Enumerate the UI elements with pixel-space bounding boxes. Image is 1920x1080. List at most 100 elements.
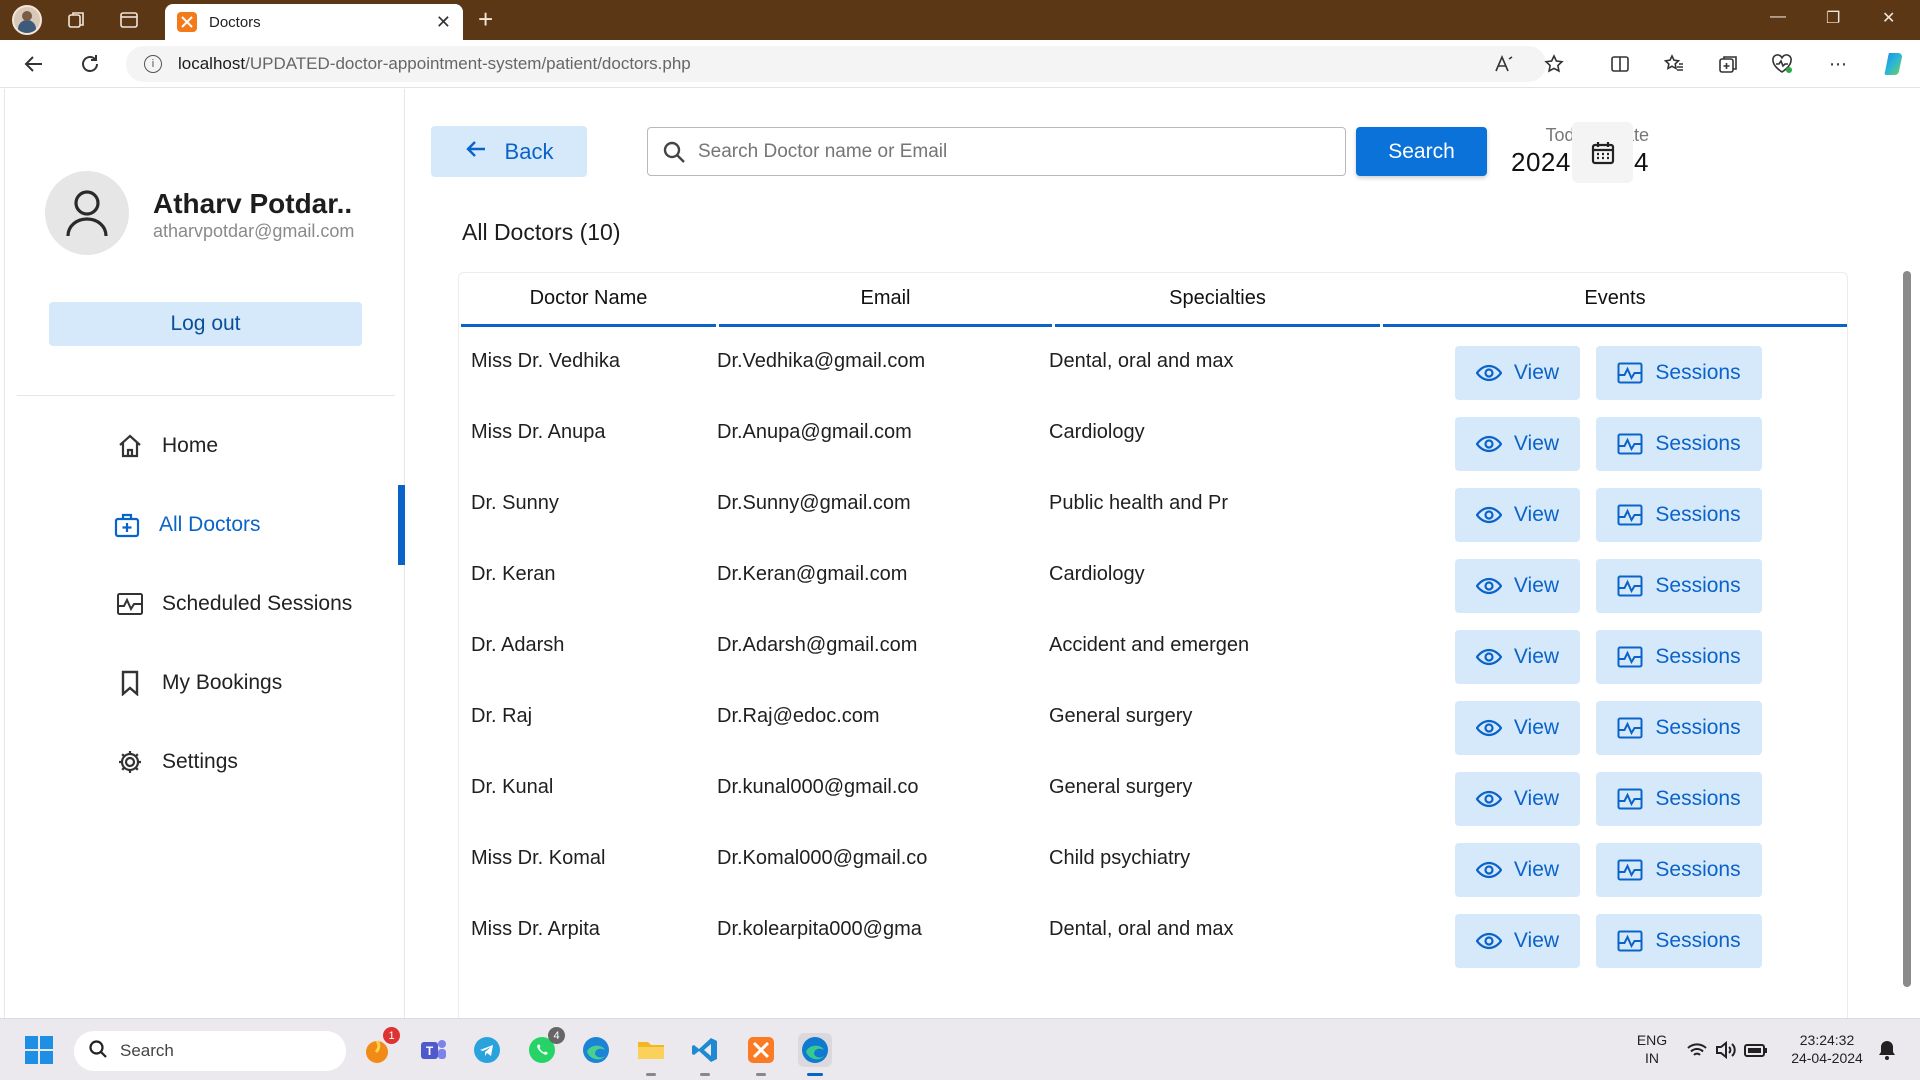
tab-title: Doctors <box>209 13 261 31</box>
sidebar-item-scheduled-sessions[interactable]: Scheduled Sessions <box>5 579 405 629</box>
sessions-button[interactable]: Sessions <box>1596 701 1762 755</box>
taskbar-widget-app-icon[interactable]: 1 <box>360 1027 400 1067</box>
copilot-icon[interactable] <box>1880 49 1910 79</box>
whatsapp-icon[interactable]: 4 <box>525 1027 565 1067</box>
url-path: /UPDATED-doctor-appointment-system/patie… <box>245 54 691 73</box>
back-button[interactable]: Back <box>431 126 587 177</box>
medical-bag-icon <box>113 511 141 539</box>
edge-icon[interactable] <box>579 1033 613 1067</box>
view-button[interactable]: View <box>1455 843 1580 897</box>
view-button-label: View <box>1513 645 1560 668</box>
teams-icon[interactable]: T <box>416 1033 450 1067</box>
gear-icon <box>116 748 144 776</box>
sessions-icon <box>1617 362 1643 384</box>
new-tab-icon[interactable]: + <box>478 6 493 32</box>
user-silhouette-icon <box>66 190 108 237</box>
view-button-label: View <box>1513 574 1560 597</box>
doctor-email-cell: Dr.Sunny@gmail.com <box>717 492 911 514</box>
sessions-button[interactable]: Sessions <box>1596 488 1762 542</box>
battery-icon[interactable] <box>1742 1033 1770 1067</box>
tab-close-icon[interactable]: ✕ <box>436 12 451 33</box>
minimize-icon[interactable]: — <box>1770 8 1786 26</box>
sessions-button[interactable]: Sessions <box>1596 559 1762 613</box>
vscode-icon[interactable] <box>688 1033 722 1076</box>
arrow-left-icon <box>465 139 487 165</box>
xampp-icon[interactable] <box>744 1033 778 1076</box>
sidebar-item-label: Home <box>162 434 219 457</box>
sidebar-item-my-bookings[interactable]: My Bookings <box>5 658 405 708</box>
windows-start-icon[interactable] <box>22 1033 56 1067</box>
taskbar-search[interactable]: Search <box>74 1031 346 1071</box>
volume-icon[interactable] <box>1713 1033 1739 1067</box>
tab-doctors[interactable]: Doctors ✕ <box>165 4 463 40</box>
sidebar-divider <box>17 395 395 396</box>
eye-icon <box>1475 932 1502 950</box>
favorite-star-icon[interactable] <box>1542 52 1566 76</box>
sidebar-item-all-doctors[interactable]: All Doctors <box>5 485 405 565</box>
view-button[interactable]: View <box>1455 772 1580 826</box>
language-indicator[interactable]: ENG IN <box>1634 1031 1670 1067</box>
logout-button[interactable]: Log out <box>49 302 362 346</box>
sidebar-item-label: Scheduled Sessions <box>162 592 353 615</box>
split-screen-icon[interactable] <box>1608 52 1632 76</box>
close-window-icon[interactable]: ✕ <box>1882 8 1895 28</box>
sessions-button[interactable]: Sessions <box>1596 346 1762 400</box>
doctor-email-cell: Dr.Anupa@gmail.com <box>717 421 912 443</box>
view-button[interactable]: View <box>1455 630 1580 684</box>
sessions-button-label: Sessions <box>1655 787 1741 810</box>
refresh-icon[interactable] <box>76 50 104 78</box>
workspaces-icon[interactable] <box>64 7 90 33</box>
back-button-label: Back <box>504 138 554 164</box>
sidebar-item-home[interactable]: Home <box>5 421 405 471</box>
url-field[interactable]: i localhost/UPDATED-doctor-appointment-s… <box>126 46 1546 82</box>
page-scrollbar[interactable] <box>1903 271 1911 987</box>
back-nav-icon[interactable] <box>20 50 48 78</box>
view-button[interactable]: View <box>1455 346 1580 400</box>
wifi-icon[interactable] <box>1684 1033 1710 1067</box>
view-button[interactable]: View <box>1455 914 1580 968</box>
restore-icon[interactable]: ❐ <box>1826 8 1840 28</box>
vertical-tabs-icon[interactable] <box>116 7 142 33</box>
running-indicator <box>700 1073 710 1076</box>
clock-time: 23:24:32 <box>1799 1032 1855 1048</box>
sessions-button[interactable]: Sessions <box>1596 843 1762 897</box>
site-info-icon[interactable]: i <box>144 55 162 73</box>
table-row: Miss Dr. Vedhika Dr.Vedhika@gmail.com Dent… <box>459 330 1847 401</box>
view-button[interactable]: View <box>1455 488 1580 542</box>
eye-icon <box>1475 719 1502 737</box>
sidebar-item-settings[interactable]: Settings <box>5 737 405 787</box>
sessions-icon <box>1617 717 1643 739</box>
calendar-button[interactable] <box>1572 122 1633 183</box>
view-button[interactable]: View <box>1455 417 1580 471</box>
sessions-button[interactable]: Sessions <box>1596 914 1762 968</box>
doctor-specialty-cell: Dental, oral and max <box>1049 918 1234 940</box>
sessions-button[interactable]: Sessions <box>1596 772 1762 826</box>
view-button[interactable]: View <box>1455 559 1580 613</box>
sessions-button[interactable]: Sessions <box>1596 630 1762 684</box>
browser-essentials-icon[interactable] <box>1770 52 1794 76</box>
section-title: All Doctors (10) <box>462 219 621 245</box>
browser-profile-avatar[interactable] <box>12 5 42 35</box>
table-row: Dr. Keran Dr.Keran@gmail.com Cardiology Vie… <box>459 543 1847 614</box>
sessions-icon <box>1617 788 1643 810</box>
notification-bell-icon[interactable] <box>1874 1033 1900 1067</box>
sessions-button-label: Sessions <box>1655 929 1741 952</box>
read-aloud-icon[interactable] <box>1492 52 1516 76</box>
more-menu-icon[interactable]: ⋯ <box>1826 52 1850 76</box>
sessions-button-label: Sessions <box>1655 432 1741 455</box>
taskbar-search-label: Search <box>120 1041 174 1060</box>
sessions-button[interactable]: Sessions <box>1596 417 1762 471</box>
sidebar-item-label: My Bookings <box>162 671 283 694</box>
taskbar-search-icon <box>88 1039 108 1064</box>
clock-date: 24-04-2024 <box>1791 1050 1863 1066</box>
url-host: localhost <box>178 54 246 73</box>
view-button[interactable]: View <box>1455 701 1580 755</box>
edge-active-icon[interactable] <box>798 1033 832 1076</box>
clock[interactable]: 23:24:32 24-04-2024 <box>1784 1031 1870 1067</box>
telegram-icon[interactable] <box>470 1033 504 1067</box>
lang-bottom: IN <box>1645 1050 1659 1066</box>
file-explorer-icon[interactable] <box>634 1033 668 1076</box>
collections-icon[interactable] <box>1716 52 1740 76</box>
favorites-icon[interactable] <box>1662 52 1686 76</box>
search-input[interactable] <box>647 127 1346 176</box>
